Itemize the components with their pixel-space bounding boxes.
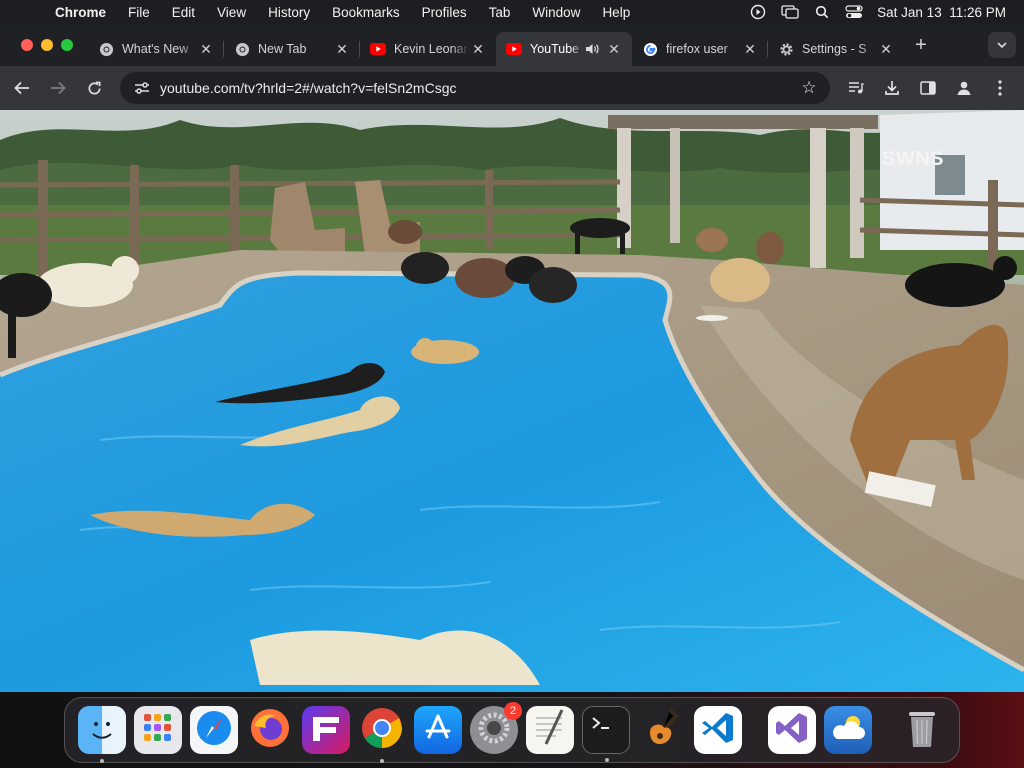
dock-app-safari[interactable] xyxy=(190,706,238,754)
forward-button[interactable] xyxy=(40,70,76,106)
media-queue-icon[interactable] xyxy=(838,70,874,106)
tab-close-icon[interactable]: ✕ xyxy=(198,41,214,58)
tab-kevin-leonard[interactable]: Kevin Leonard ✕ xyxy=(360,32,496,66)
menu-view[interactable]: View xyxy=(206,5,257,20)
tab-strip: What's New ✕ New Tab ✕ Kevin Leonard ✕ Y… xyxy=(0,24,1024,66)
tab-title: What's New xyxy=(122,42,189,56)
dock-app-garageband[interactable] xyxy=(638,706,686,754)
chrome-icon xyxy=(234,41,250,57)
kebab-menu-icon[interactable] xyxy=(982,70,1018,106)
finder-icon xyxy=(84,710,120,751)
tab-close-icon[interactable]: ✕ xyxy=(470,41,486,58)
tab-close-icon[interactable]: ✕ xyxy=(878,41,894,58)
dock-app-launchpad[interactable] xyxy=(134,706,182,754)
dock-app-textedit[interactable] xyxy=(526,706,574,754)
google-icon xyxy=(642,41,658,57)
address-bar[interactable]: youtube.com/tv?hrld=2#/watch?v=felSn2mCs… xyxy=(120,72,830,104)
zoom-window-button[interactable] xyxy=(61,39,73,51)
menubar-clock[interactable]: Sat Jan 13 11:26 PM xyxy=(877,5,1006,20)
menu-file[interactable]: File xyxy=(117,5,161,20)
window-controls xyxy=(0,39,88,51)
video-player[interactable]: SWNS xyxy=(0,110,1024,692)
chrome-icon xyxy=(98,41,114,57)
tab-close-icon[interactable]: ✕ xyxy=(606,41,622,58)
chrome-icon xyxy=(360,706,404,755)
side-panel-icon[interactable] xyxy=(910,70,946,106)
dock-app-terminal[interactable] xyxy=(582,706,630,762)
running-indicator xyxy=(605,758,609,762)
firefox-icon xyxy=(248,706,292,755)
url-text[interactable]: youtube.com/tv?hrld=2#/watch?v=felSn2mCs… xyxy=(160,80,798,96)
visualstudio-icon xyxy=(774,710,810,751)
download-icon[interactable] xyxy=(874,70,910,106)
media-play-icon[interactable] xyxy=(749,4,767,20)
menu-bar: Chrome File Edit View History Bookmarks … xyxy=(0,0,1024,24)
dock-app-visual-studio[interactable] xyxy=(768,706,816,754)
close-window-button[interactable] xyxy=(21,39,33,51)
gear-icon xyxy=(778,41,794,57)
tab-close-icon[interactable]: ✕ xyxy=(334,41,350,58)
profile-avatar-icon[interactable] xyxy=(946,70,982,106)
screen-mirroring-icon[interactable] xyxy=(781,5,799,19)
site-info-icon[interactable] xyxy=(130,81,154,95)
desktop-background: 2 xyxy=(0,692,1024,768)
dock-app-system-settings[interactable]: 2 xyxy=(470,702,522,754)
youtube-icon xyxy=(370,41,386,57)
audio-playing-icon[interactable] xyxy=(584,41,600,57)
menu-profiles[interactable]: Profiles xyxy=(411,5,478,20)
menu-bookmarks[interactable]: Bookmarks xyxy=(321,5,411,20)
tab-whats-new[interactable]: What's New ✕ xyxy=(88,32,224,66)
fenix-icon xyxy=(309,711,343,750)
back-button[interactable] xyxy=(4,70,40,106)
trash-icon xyxy=(903,706,941,755)
tab-search-chevron-icon[interactable] xyxy=(988,32,1016,58)
menu-history[interactable]: History xyxy=(257,5,321,20)
spotlight-search-icon[interactable] xyxy=(813,5,831,19)
browser-toolbar: youtube.com/tv?hrld=2#/watch?v=felSn2mCs… xyxy=(0,66,1024,110)
running-indicator xyxy=(100,759,104,763)
menu-tab[interactable]: Tab xyxy=(478,5,522,20)
dock-app-app-store[interactable] xyxy=(414,706,462,754)
weather-icon xyxy=(829,713,867,748)
video-frame xyxy=(0,110,1024,692)
dock-app-finder[interactable] xyxy=(78,706,126,763)
menu-help[interactable]: Help xyxy=(591,5,641,20)
tab-title: firefox user xyxy=(666,42,728,56)
tab-title: Kevin Leonard xyxy=(394,42,470,56)
terminal-icon xyxy=(590,714,622,747)
tab-settings[interactable]: Settings - S ✕ xyxy=(768,32,904,66)
bookmark-star-icon[interactable]: ☆ xyxy=(798,78,820,98)
vscode-icon xyxy=(700,710,736,751)
dock: 2 xyxy=(64,697,960,763)
appstore-icon xyxy=(421,711,455,750)
youtube-icon xyxy=(506,41,522,57)
textedit-icon xyxy=(532,708,568,753)
launchpad-icon xyxy=(140,710,176,751)
tab-firefox-user[interactable]: firefox user ✕ xyxy=(632,32,768,66)
control-center-icon[interactable] xyxy=(845,5,863,19)
tab-youtube-active[interactable]: YouTube ✕ xyxy=(496,32,632,66)
video-watermark: SWNS xyxy=(882,148,944,170)
safari-icon xyxy=(194,708,234,753)
new-tab-button[interactable]: + xyxy=(904,34,938,57)
dock-app-chrome[interactable] xyxy=(358,706,406,763)
menu-window[interactable]: Window xyxy=(521,5,591,20)
notification-badge: 2 xyxy=(504,702,522,720)
dock-app-fenix[interactable] xyxy=(302,706,350,754)
dock-app-vscode[interactable] xyxy=(694,706,742,754)
minimize-window-button[interactable] xyxy=(41,39,53,51)
dock-app-firefox[interactable] xyxy=(246,706,294,754)
running-indicator xyxy=(380,759,384,763)
reload-button[interactable] xyxy=(76,70,112,106)
tab-new-tab[interactable]: New Tab ✕ xyxy=(224,32,360,66)
tab-close-icon[interactable]: ✕ xyxy=(742,41,758,58)
tab-title: YouTube xyxy=(530,42,580,56)
tab-title: Settings - S xyxy=(802,42,867,56)
garageband-icon xyxy=(640,706,684,755)
menu-app-name[interactable]: Chrome xyxy=(44,5,117,20)
menu-edit[interactable]: Edit xyxy=(161,5,206,20)
tab-title: New Tab xyxy=(258,42,307,56)
dock-app-weather[interactable] xyxy=(824,706,872,754)
dock-trash[interactable] xyxy=(898,706,946,754)
